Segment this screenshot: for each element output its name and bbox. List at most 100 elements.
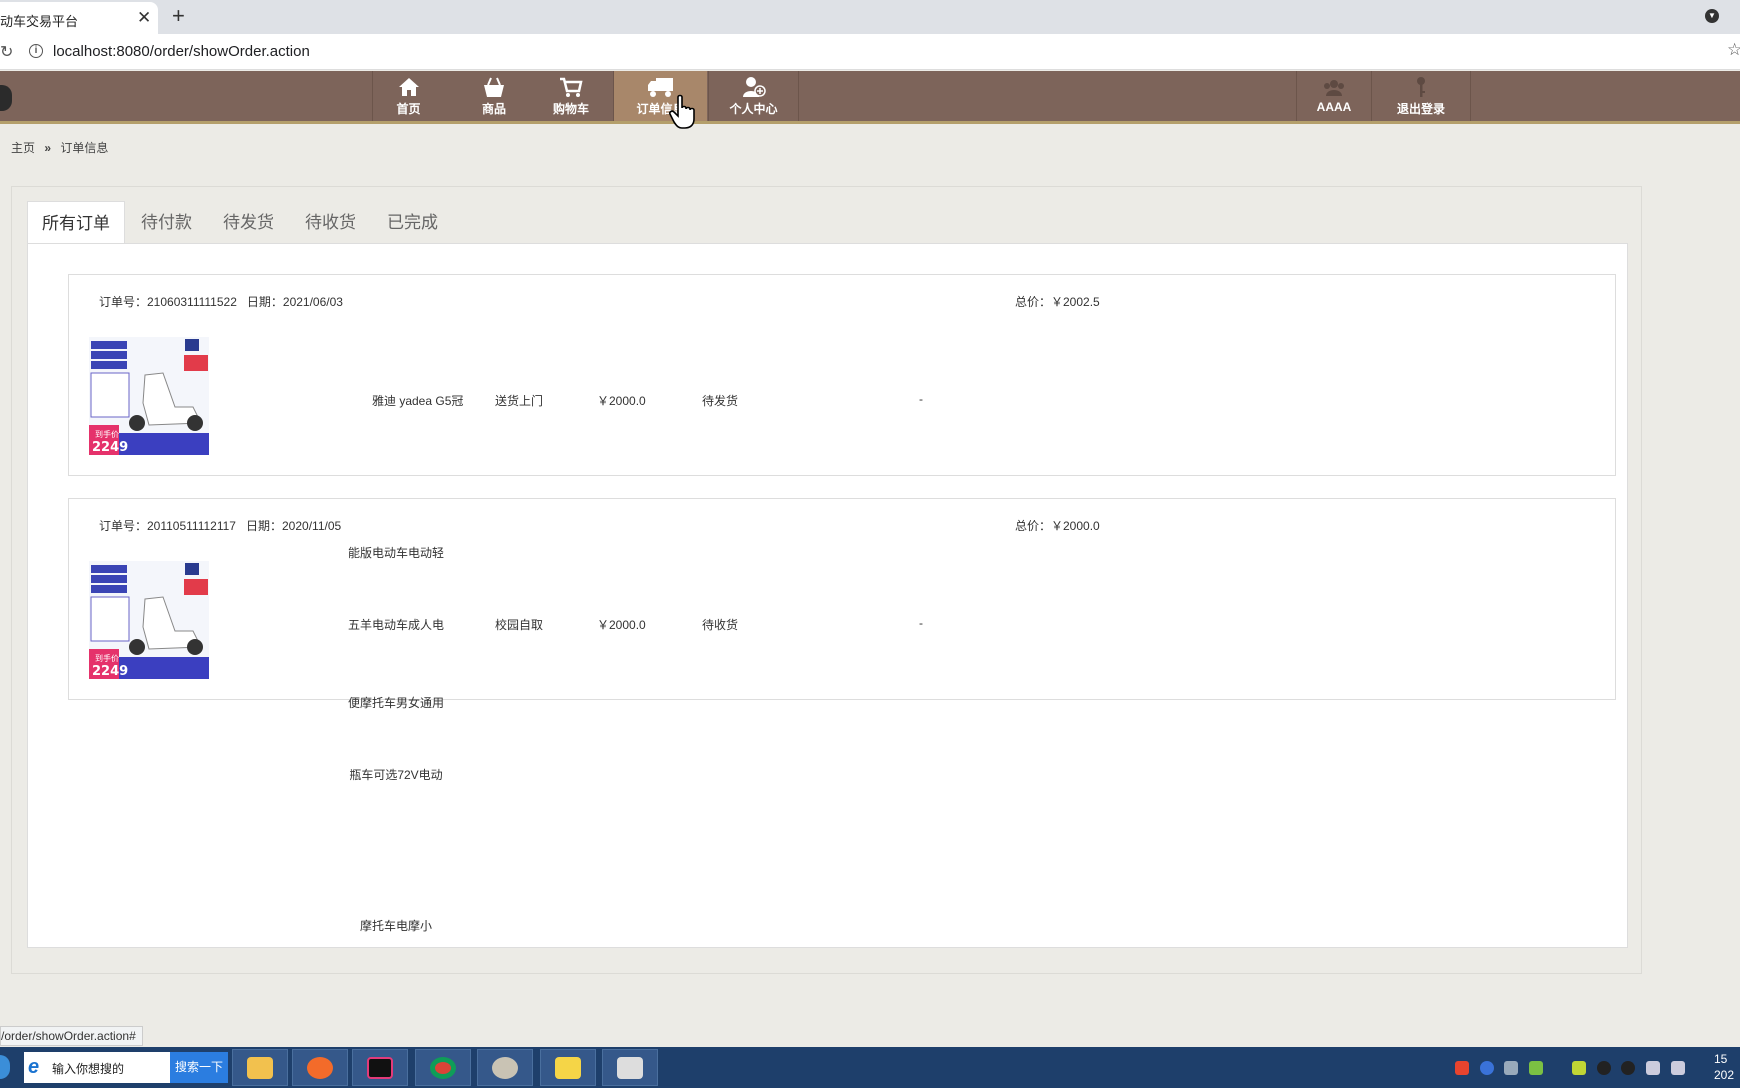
folder-icon [247, 1057, 273, 1079]
tool-icon [617, 1057, 643, 1079]
taskbar-app-tool[interactable] [602, 1049, 658, 1086]
product-name-line[interactable]: 便摩托车男女通用 [341, 694, 451, 711]
nav-label: 退出登录 [1396, 102, 1445, 116]
qq-icon[interactable] [1621, 1060, 1636, 1075]
users-icon [1324, 80, 1344, 96]
nav-divider [1470, 71, 1471, 121]
clock-date: 202 [1714, 1068, 1735, 1082]
nav-label: 个人中心 [729, 102, 778, 116]
bookmark-star-icon[interactable]: ☆ [1727, 40, 1740, 60]
order-card: 订单号：21060311111522 日期：2021/06/03 总价：￥200… [68, 274, 1616, 476]
svg-text:2249: 2249 [92, 664, 128, 679]
reload-icon[interactable]: ↻ [0, 42, 13, 62]
product-thumbnail[interactable]: 到手价 2249 [89, 561, 209, 679]
delivery-method: 校园自取 [495, 618, 544, 632]
order-number: 订单号：21060311111522 [99, 295, 237, 309]
breadcrumb: 主页 » 订单信息 [11, 139, 108, 156]
site-nav: 首页 商品 购物车 订单信息 个人中心 AAAA 退出登录 [0, 71, 1740, 124]
svg-text:到手价: 到手价 [95, 653, 119, 663]
notes-icon [555, 1057, 581, 1079]
order-number-date: 订单号：21060311111522 日期：2021/06/03 [99, 293, 343, 310]
product-name[interactable]: 雅迪 yadea G5冠 [372, 392, 463, 409]
address-bar: ↻ i localhost:8080/order/showOrder.actio… [0, 34, 1740, 70]
order-status: 待收货 [702, 618, 739, 632]
home-icon [398, 78, 419, 96]
chevron-up-icon[interactable] [1554, 1061, 1562, 1075]
chrome-icon [430, 1057, 456, 1079]
avatar-icon [492, 1057, 518, 1079]
order-status: 待发货 [702, 394, 739, 408]
qq-icon[interactable] [1596, 1060, 1611, 1075]
tab-completed[interactable]: 已完成 [387, 201, 438, 245]
tab-all-orders[interactable]: 所有订单 [27, 201, 125, 245]
order-extra: - [919, 392, 923, 406]
orders-panel: 所有订单 待付款 待发货 待收货 已完成 订单号：21060311111522 … [11, 186, 1642, 974]
order-total: 总价：￥2000.0 [1015, 519, 1100, 533]
taskbar-app-explorer[interactable] [232, 1049, 288, 1086]
order-date: 日期：2020/11/05 [246, 519, 342, 533]
volume-icon[interactable] [1646, 1060, 1660, 1075]
product-name-line[interactable]: 五羊电动车成人电 [341, 616, 451, 633]
delivery-method: 送货上门 [495, 394, 544, 408]
taskbar-app-chrome[interactable] [415, 1049, 471, 1086]
tab-pending-receipt[interactable]: 待收货 [305, 201, 356, 245]
taskbar-app-notes[interactable] [540, 1049, 596, 1086]
taskbar-app-firefox[interactable] [292, 1049, 348, 1086]
nav-label: 购物车 [552, 102, 589, 116]
order-card: 订单号：20110511112117 日期：2020/11/05 总价：￥200… [68, 498, 1616, 933]
app-tray-icon[interactable] [1572, 1060, 1587, 1075]
product-name-line[interactable]: 摩托车电摩小 [341, 917, 451, 934]
sogou-icon[interactable] [1455, 1060, 1469, 1075]
item-price: ￥2000.0 [597, 618, 646, 632]
browser-tabbar: 动车交易平台 ✕ + ▼ [0, 0, 1740, 34]
nav-item-products[interactable]: 商品 [460, 71, 528, 121]
taskbar-app-intellij[interactable] [352, 1049, 408, 1086]
tab-pending-payment[interactable]: 待付款 [141, 201, 192, 245]
hand-cursor-icon [669, 94, 695, 129]
nav-user[interactable]: AAAA [1296, 71, 1371, 121]
help-icon[interactable] [1479, 1060, 1494, 1075]
user-add-icon [742, 77, 766, 97]
order-number-date: 订单号：20110511112117 日期：2020/11/05 [99, 517, 341, 534]
ie-icon: e [28, 1056, 40, 1078]
taskbar-search[interactable]: e 输入你想搜的 [24, 1052, 170, 1083]
taskbar-app-avatar[interactable] [477, 1049, 533, 1086]
search-button[interactable]: 搜索一下 [170, 1052, 228, 1083]
new-tab-button[interactable]: + [172, 3, 185, 29]
info-icon[interactable]: i [29, 44, 43, 58]
breadcrumb-home[interactable]: 主页 [11, 141, 35, 155]
display-icon[interactable] [1670, 1060, 1685, 1075]
tab-title: 动车交易平台 [0, 14, 79, 29]
product-thumbnail[interactable]: 到手价 2249 [89, 337, 209, 455]
system-tray [1455, 1059, 1692, 1075]
search-input[interactable]: 输入你想搜的 [52, 1060, 124, 1077]
nav-item-home[interactable]: 首页 [372, 71, 444, 121]
nav-label: 首页 [396, 102, 421, 116]
tab-pending-shipment[interactable]: 待发货 [223, 201, 274, 245]
network-icon[interactable] [1504, 1060, 1519, 1075]
product-name-line[interactable]: 能版电动车电动轻 [341, 544, 451, 561]
close-icon[interactable]: ✕ [137, 8, 151, 28]
firefox-icon [307, 1057, 333, 1079]
svg-text:2249: 2249 [92, 440, 128, 455]
order-total: 总价：￥2002.5 [1015, 295, 1100, 309]
battery-icon[interactable] [1528, 1060, 1543, 1075]
order-extra: - [919, 616, 923, 630]
orders-content: 订单号：21060311111522 日期：2021/06/03 总价：￥200… [27, 243, 1628, 948]
url-input[interactable]: localhost:8080/order/showOrder.action [53, 43, 310, 60]
nav-item-profile[interactable]: 个人中心 [708, 71, 798, 121]
taskbar-clock[interactable]: 15 202 [1714, 1051, 1734, 1083]
product-name-line[interactable]: 瓶车可选72V电动 [341, 766, 451, 783]
clock-time: 15 [1714, 1052, 1728, 1066]
start-button[interactable] [0, 1055, 10, 1079]
item-price: ￥2000.0 [597, 394, 646, 408]
logout-button[interactable]: 退出登录 [1371, 71, 1470, 121]
svg-text:到手价: 到手价 [95, 429, 119, 439]
site-logo[interactable] [0, 85, 12, 111]
tab-search-icon[interactable]: ▼ [1705, 9, 1719, 23]
browser-tab[interactable]: 动车交易平台 ✕ [0, 2, 158, 34]
key-icon [1417, 77, 1425, 97]
nav-label: 商品 [481, 102, 506, 116]
nav-item-cart[interactable]: 购物车 [540, 71, 602, 121]
order-date: 日期：2021/06/03 [246, 295, 343, 309]
